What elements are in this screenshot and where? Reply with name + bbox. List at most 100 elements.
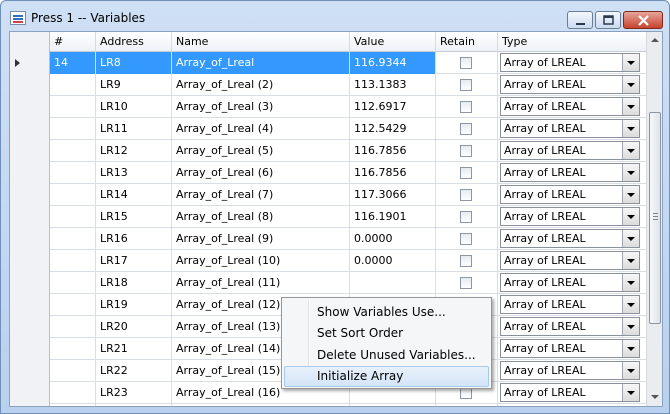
cell-address[interactable]: LR11: [96, 118, 172, 140]
table-row[interactable]: LR13 Array_of_Lreal (6) 116.7856 Array of L…: [10, 162, 646, 184]
cell-name[interactable]: Array_of_Lreal (11): [172, 272, 350, 294]
menu-item-delete-unused-variables[interactable]: Delete Unused Variables...: [284, 345, 489, 366]
type-dropdown[interactable]: Array of LREAL: [500, 229, 640, 248]
cell-name[interactable]: Array_of_Lreal (6): [172, 162, 350, 184]
menu-item-show-variables-use[interactable]: Show Variables Use...: [284, 302, 489, 323]
row-header[interactable]: [10, 162, 50, 184]
cell-name[interactable]: Array_of_Lreal (10): [172, 250, 350, 272]
retain-checkbox[interactable]: [460, 211, 472, 223]
column-header-value[interactable]: Value: [350, 32, 436, 52]
cell-num[interactable]: [50, 228, 96, 250]
scroll-down-button[interactable]: [647, 389, 662, 406]
retain-checkbox[interactable]: [460, 255, 472, 267]
chevron-down-icon[interactable]: [622, 384, 639, 401]
row-header[interactable]: [10, 228, 50, 250]
table-row[interactable]: LR12 Array_of_Lreal (5) 116.7856 Array of L…: [10, 140, 646, 162]
row-header[interactable]: [10, 316, 50, 338]
type-dropdown[interactable]: Array of LREAL: [500, 317, 640, 336]
type-dropdown[interactable]: Array of LREAL: [500, 251, 640, 270]
row-header[interactable]: [10, 272, 50, 294]
cell-value[interactable]: 116.7856: [350, 162, 436, 184]
row-header[interactable]: [10, 52, 50, 74]
chevron-down-icon[interactable]: [622, 340, 639, 357]
cell-num[interactable]: [50, 184, 96, 206]
type-dropdown[interactable]: Array of LREAL: [500, 295, 640, 314]
column-header-retain[interactable]: Retain: [436, 32, 498, 52]
cell-name[interactable]: Array_of_Lreal (3): [172, 96, 350, 118]
cell-address[interactable]: LR22: [96, 360, 172, 382]
column-header-type[interactable]: Type: [498, 32, 646, 52]
minimize-button[interactable]: [567, 11, 593, 29]
table-row[interactable]: LR14 Array_of_Lreal (7) 117.3066 Array of L…: [10, 184, 646, 206]
cell-num[interactable]: [50, 206, 96, 228]
cell-value[interactable]: 0.0000: [350, 228, 436, 250]
row-header[interactable]: [10, 382, 50, 404]
row-header[interactable]: [10, 96, 50, 118]
table-row[interactable]: LR9 Array_of_Lreal (2) 113.1383 Array of LR…: [10, 74, 646, 96]
cell-num[interactable]: [50, 96, 96, 118]
column-header-name[interactable]: Name: [172, 32, 350, 52]
cell-address[interactable]: LR10: [96, 96, 172, 118]
cell-num[interactable]: [50, 338, 96, 360]
type-dropdown[interactable]: Array of LREAL: [500, 53, 640, 72]
row-header[interactable]: [10, 404, 50, 406]
menu-item-set-sort-order[interactable]: Set Sort Order: [284, 323, 489, 344]
row-header[interactable]: [10, 294, 50, 316]
vertical-scrollbar[interactable]: [646, 32, 662, 406]
retain-checkbox[interactable]: [460, 123, 472, 135]
cell-num[interactable]: [50, 250, 96, 272]
chevron-down-icon[interactable]: [622, 98, 639, 115]
variables-window-icon[interactable]: [10, 11, 26, 25]
table-row[interactable]: LR16 Array_of_Lreal (9) 0.0000 Array of LRE…: [10, 228, 646, 250]
row-header[interactable]: [10, 360, 50, 382]
row-header[interactable]: [10, 74, 50, 96]
cell-name[interactable]: Array_of_Lreal: [172, 52, 350, 74]
row-header[interactable]: [10, 140, 50, 162]
cell-address[interactable]: LR21: [96, 338, 172, 360]
table-row[interactable]: 14 LR8 Array_of_Lreal 116.9344 Array of LREA…: [10, 52, 646, 74]
type-dropdown[interactable]: Array of LREAL: [500, 273, 640, 292]
chevron-down-icon[interactable]: [622, 230, 639, 247]
cell-num[interactable]: [50, 162, 96, 184]
table-row[interactable]: [10, 404, 646, 406]
retain-checkbox[interactable]: [460, 145, 472, 157]
menu-item-initialize-array[interactable]: Initialize Array: [284, 366, 489, 387]
table-row[interactable]: LR10 Array_of_Lreal (3) 112.6917 Array of L…: [10, 96, 646, 118]
title-bar[interactable]: Press 1 -- Variables: [1, 1, 669, 31]
row-header[interactable]: [10, 206, 50, 228]
cell-address[interactable]: LR12: [96, 140, 172, 162]
chevron-down-icon[interactable]: [622, 164, 639, 181]
cell-num[interactable]: [50, 382, 96, 404]
type-dropdown[interactable]: Array of LREAL: [500, 361, 640, 380]
cell-value[interactable]: 0.0000: [350, 250, 436, 272]
maximize-button[interactable]: [595, 11, 621, 29]
chevron-down-icon[interactable]: [622, 142, 639, 159]
chevron-down-icon[interactable]: [622, 208, 639, 225]
retain-checkbox[interactable]: [460, 57, 472, 69]
cell-address[interactable]: LR16: [96, 228, 172, 250]
row-header[interactable]: [10, 250, 50, 272]
cell-value[interactable]: [350, 404, 436, 406]
row-header[interactable]: [10, 118, 50, 140]
cell-num[interactable]: [50, 360, 96, 382]
cell-num[interactable]: [50, 404, 96, 406]
chevron-down-icon[interactable]: [622, 76, 639, 93]
cell-name[interactable]: Array_of_Lreal (4): [172, 118, 350, 140]
type-dropdown[interactable]: Array of LREAL: [500, 163, 640, 182]
cell-address[interactable]: LR13: [96, 162, 172, 184]
row-header-corner[interactable]: [10, 32, 50, 52]
chevron-down-icon[interactable]: [622, 296, 639, 313]
table-row[interactable]: LR11 Array_of_Lreal (4) 112.5429 Array of L…: [10, 118, 646, 140]
cell-value[interactable]: 112.6917: [350, 96, 436, 118]
chevron-down-icon[interactable]: [622, 318, 639, 335]
retain-checkbox[interactable]: [460, 79, 472, 91]
column-header-num[interactable]: #: [50, 32, 96, 52]
chevron-down-icon[interactable]: [622, 120, 639, 137]
cell-name[interactable]: Array_of_Lreal (5): [172, 140, 350, 162]
table-row[interactable]: LR18 Array_of_Lreal (11) Array of LREAL: [10, 272, 646, 294]
retain-checkbox[interactable]: [460, 101, 472, 113]
chevron-down-icon[interactable]: [622, 186, 639, 203]
cell-address[interactable]: LR20: [96, 316, 172, 338]
cell-name[interactable]: Array_of_Lreal (7): [172, 184, 350, 206]
scroll-up-button[interactable]: [647, 32, 662, 49]
